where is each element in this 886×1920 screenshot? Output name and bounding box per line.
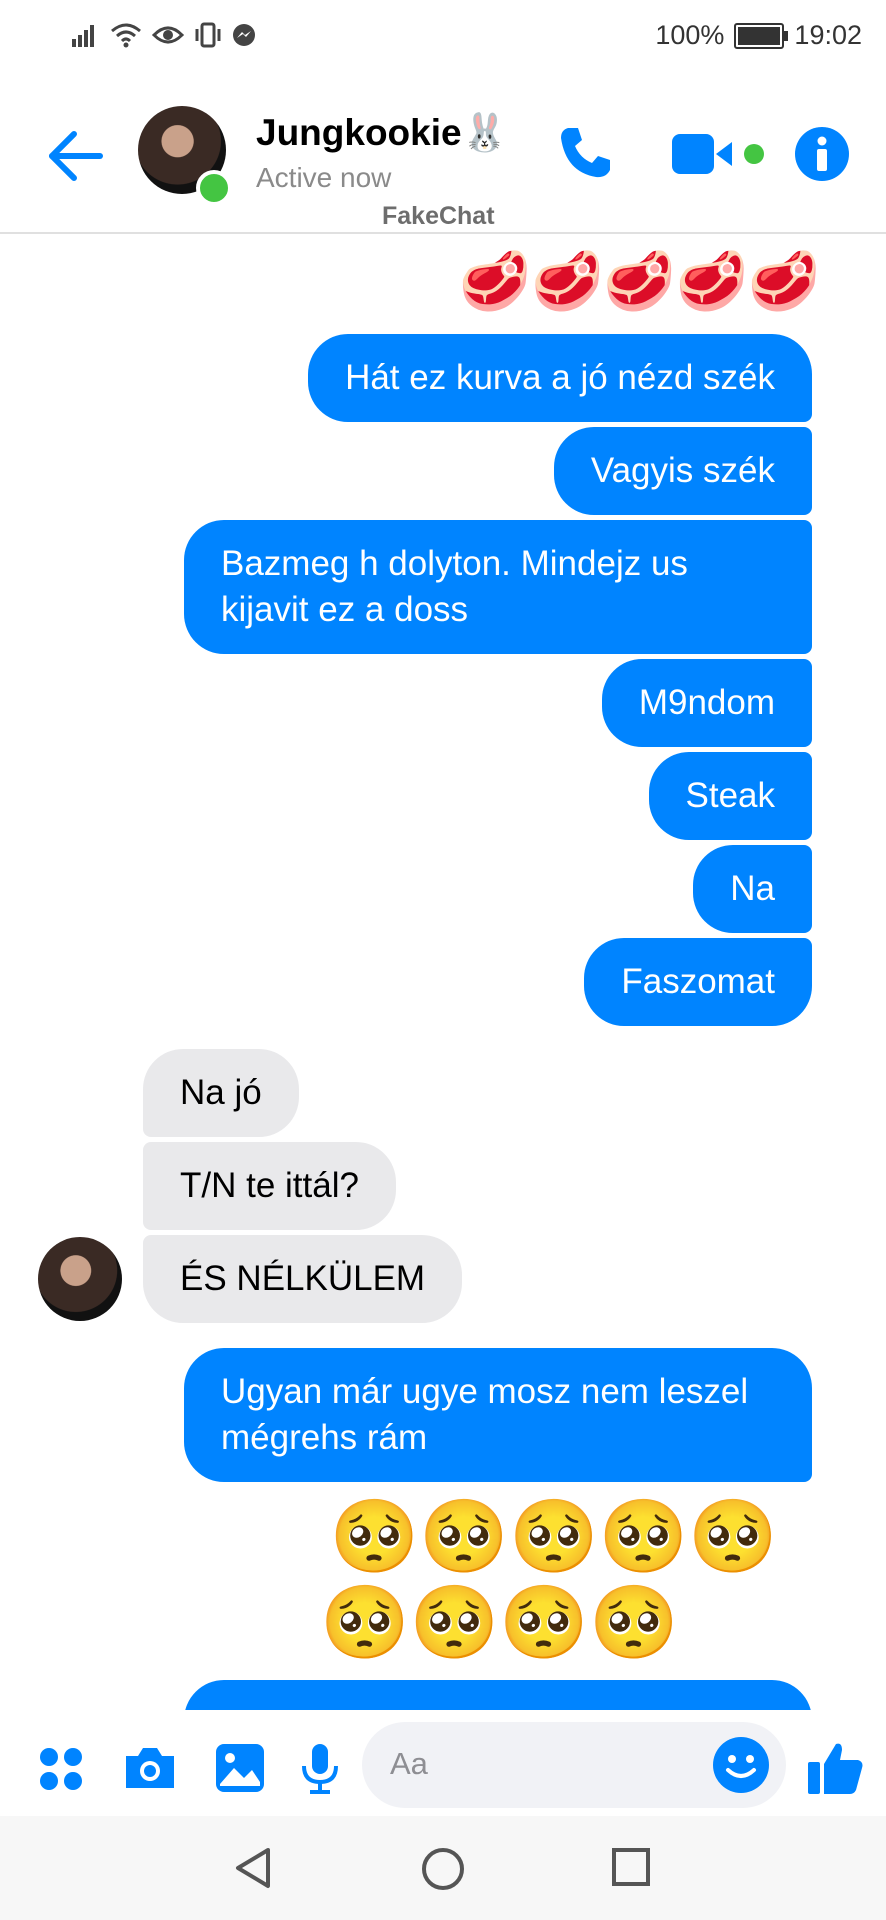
active-status: Active now (256, 162, 392, 193)
emoji-message-pleading-row-2[interactable]: 🥺🥺🥺🥺 (320, 1580, 679, 1666)
camera-icon[interactable] (122, 1744, 178, 1792)
outgoing-message[interactable]: Ugyan már ugye mosz nem leszel mégrehs r… (184, 1348, 812, 1482)
outgoing-message[interactable]: M9ndom (601, 659, 812, 747)
online-indicator (196, 170, 232, 206)
emoji-message-pleading-row-1[interactable]: 🥺🥺🥺🥺🥺 (330, 1494, 778, 1580)
emoji-icon[interactable] (712, 1736, 770, 1794)
contact-avatar-small[interactable] (38, 1237, 122, 1321)
contact-name[interactable]: Jungkookie🐰 (256, 112, 508, 155)
home-circle-icon[interactable] (420, 1846, 466, 1892)
info-icon[interactable] (794, 126, 850, 182)
message-composer: Aa (0, 1716, 886, 1814)
system-navigation-bar (0, 1816, 886, 1920)
outgoing-message[interactable]: Hát ez kurva a jó nézd szék (308, 334, 812, 422)
incoming-message[interactable]: ÉS NÉLKÜLEM (143, 1235, 463, 1323)
status-bar: 100% 19:02 (0, 0, 886, 76)
signal-icon (72, 25, 94, 47)
gallery-icon[interactable] (214, 1742, 266, 1794)
emoji-message-steak[interactable]: 🥩🥩🥩🥩🥩 (459, 248, 820, 316)
vibrate-icon (195, 22, 221, 48)
outgoing-message[interactable]: Steak (648, 752, 812, 840)
apps-icon[interactable] (38, 1746, 84, 1792)
phone-call-icon[interactable] (556, 124, 614, 182)
status-icons-right: 100% 19:02 (655, 20, 862, 51)
outgoing-message[interactable]: Bazmeg h dolyton. Mindejz us kijavit ez … (184, 520, 812, 654)
incoming-message[interactable]: T/N te ittál? (143, 1142, 396, 1230)
video-call-icon[interactable] (670, 130, 770, 178)
watermark-text: FakeChat (382, 202, 495, 230)
conversation-header: Jungkookie🐰 Active now FakeChat (0, 90, 886, 234)
message-input[interactable]: Aa (362, 1722, 786, 1808)
battery-charging-icon (734, 22, 789, 49)
message-list[interactable]: 🥩🥩🥩🥩🥩 Hát ez kurva a jó nézd szék Vagyis… (0, 236, 886, 1710)
recents-square-icon[interactable] (610, 1846, 652, 1888)
microphone-icon[interactable] (300, 1742, 340, 1796)
incoming-message[interactable]: Na jó (143, 1049, 299, 1137)
outgoing-message[interactable]: Faszomat (584, 938, 812, 1026)
eye-icon (152, 26, 184, 44)
status-icons-left (72, 22, 256, 48)
battery-percent: 100% (655, 20, 725, 50)
outgoing-message[interactable]: Vagyis szék (553, 427, 812, 515)
back-triangle-icon[interactable] (232, 1846, 276, 1890)
clock: 19:02 (794, 20, 862, 50)
outgoing-message-partial[interactable] (184, 1680, 812, 1710)
outgoing-message[interactable]: Na (693, 845, 812, 933)
back-arrow-icon[interactable] (46, 126, 106, 186)
messenger-notification-icon (233, 24, 255, 46)
message-input-placeholder: Aa (390, 1746, 428, 1781)
wifi-icon (111, 23, 141, 48)
like-icon[interactable] (806, 1738, 866, 1798)
